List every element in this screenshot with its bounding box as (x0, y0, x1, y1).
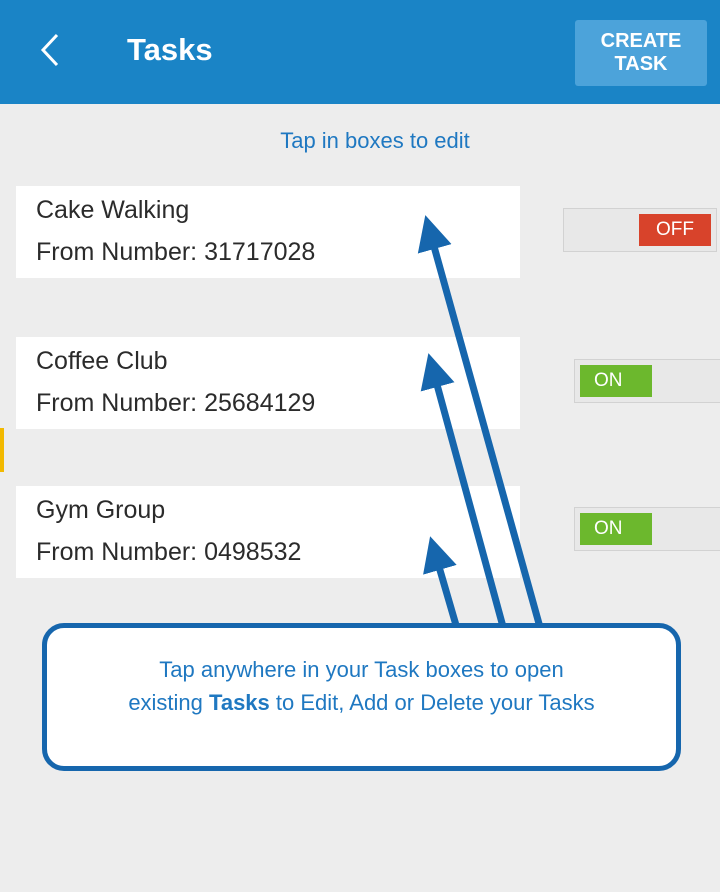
task-number: From Number: 31717028 (36, 238, 316, 266)
chevron-left-icon (40, 33, 59, 67)
callout-line-2: existing Tasks to Edit, Add or Delete yo… (128, 690, 595, 715)
task-toggle-gym-group[interactable]: ON (574, 507, 720, 551)
task-toggle-coffee-club[interactable]: ON (574, 359, 720, 403)
task-name: Gym Group (36, 496, 166, 524)
arrow-to-task-1 (417, 215, 552, 657)
toggle-state-label: ON (580, 513, 652, 545)
toggle-state-label: OFF (639, 214, 711, 246)
page-title: Tasks (127, 32, 213, 67)
toggle-state-label: ON (580, 365, 652, 397)
task-card-cake-walking[interactable]: Cake Walking From Number: 31717028 (16, 186, 520, 278)
task-card-gym-group[interactable]: Gym Group From Number: 0498532 (16, 486, 520, 578)
back-button[interactable] (20, 22, 80, 78)
task-number: From Number: 0498532 (36, 538, 302, 566)
task-toggle-cake-walking[interactable]: OFF (563, 208, 717, 252)
callout-line-1: Tap anywhere in your Task boxes to open (159, 657, 564, 682)
app-header: Tasks CREATE TASK (0, 0, 720, 104)
task-name: Coffee Club (36, 347, 168, 375)
edit-hint: Tap in boxes to edit (280, 128, 470, 153)
task-number: From Number: 25684129 (36, 389, 316, 417)
create-task-label: CREATE TASK (600, 30, 682, 75)
task-name: Cake Walking (36, 196, 190, 224)
callout-bold-tasks: Tasks (209, 690, 270, 715)
edge-marker (0, 428, 4, 472)
create-task-button[interactable]: CREATE TASK (575, 20, 707, 86)
instruction-callout: Tap anywhere in your Task boxes to open … (42, 623, 681, 771)
task-card-coffee-club[interactable]: Coffee Club From Number: 25684129 (16, 337, 520, 429)
